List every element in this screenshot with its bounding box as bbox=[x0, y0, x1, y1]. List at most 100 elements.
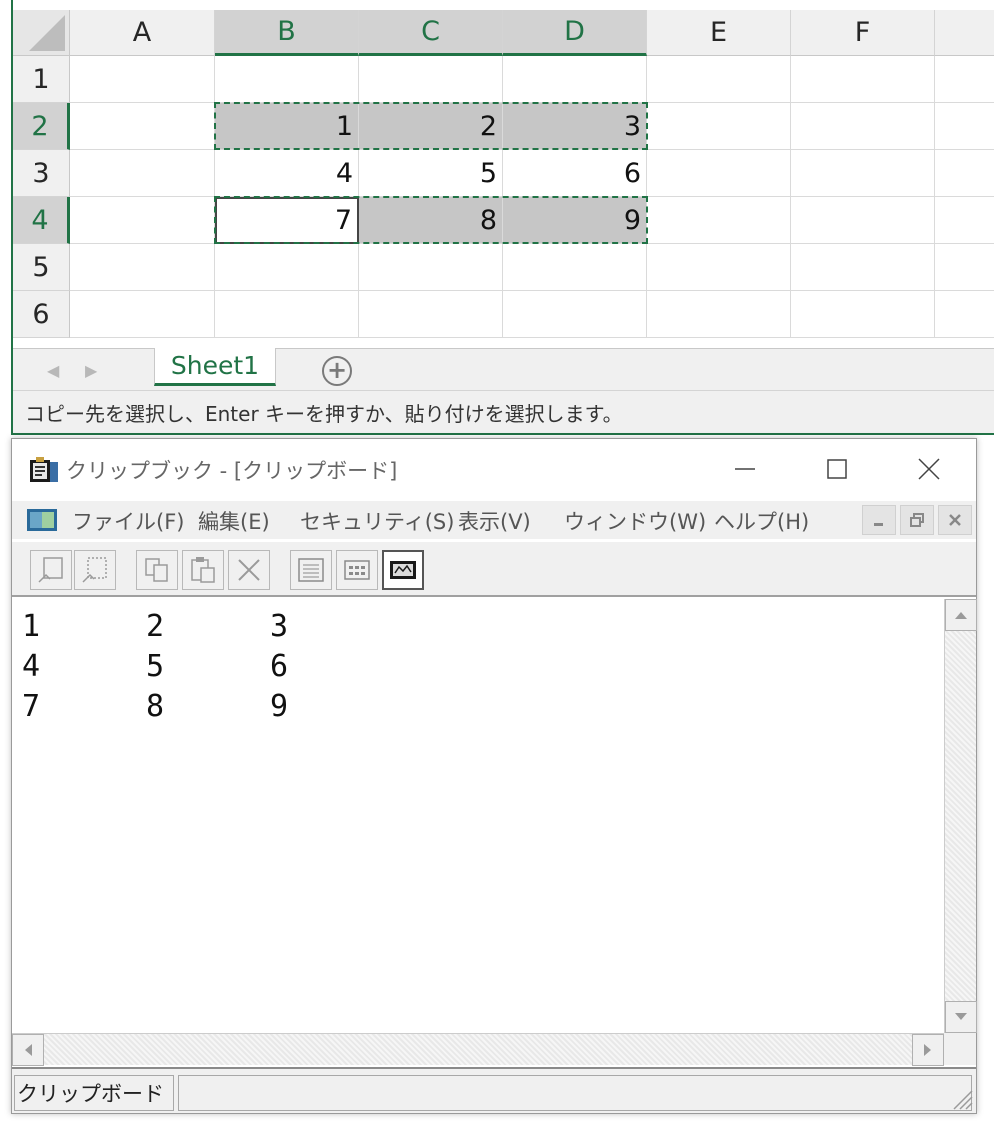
scroll-down-button[interactable] bbox=[945, 1001, 977, 1033]
thumbnails-button[interactable] bbox=[336, 550, 378, 590]
cell-d6[interactable] bbox=[503, 291, 647, 338]
content-value: 4 bbox=[22, 649, 41, 684]
cell-g1[interactable] bbox=[935, 56, 994, 103]
cell-d2[interactable]: 3 bbox=[503, 103, 647, 150]
stop-sharing-button[interactable] bbox=[74, 550, 116, 590]
menu-edit[interactable]: 編集(E) bbox=[198, 506, 270, 536]
delete-button[interactable] bbox=[228, 550, 270, 590]
cell-e2[interactable] bbox=[647, 103, 791, 150]
cell-e3[interactable] bbox=[647, 150, 791, 197]
column-header-d[interactable]: D bbox=[503, 10, 647, 56]
cell-g3[interactable] bbox=[935, 150, 994, 197]
cell-c5[interactable] bbox=[359, 244, 503, 291]
cell-e6[interactable] bbox=[647, 291, 791, 338]
cell-g4[interactable] bbox=[935, 197, 994, 244]
menu-security[interactable]: セキュリティ(S) bbox=[300, 506, 454, 536]
cell-c4[interactable]: 8 bbox=[359, 197, 503, 244]
row-header-4[interactable]: 4 bbox=[13, 197, 70, 244]
paste-button[interactable] bbox=[182, 550, 224, 590]
mdi-close-button[interactable] bbox=[938, 505, 972, 535]
maximize-button[interactable] bbox=[814, 449, 860, 489]
column-header-g[interactable] bbox=[935, 10, 994, 56]
vertical-scrollbar[interactable] bbox=[944, 599, 977, 1033]
cell-g5[interactable] bbox=[935, 244, 994, 291]
full-page-button[interactable] bbox=[382, 550, 424, 590]
horizontal-scrollbar[interactable] bbox=[12, 1033, 944, 1066]
cell-b1[interactable] bbox=[215, 56, 359, 103]
cell-b6[interactable] bbox=[215, 291, 359, 338]
scroll-left-button[interactable] bbox=[12, 1034, 44, 1066]
cell-c3[interactable]: 5 bbox=[359, 150, 503, 197]
column-header-f[interactable]: F bbox=[791, 10, 935, 56]
cell-b3[interactable]: 4 bbox=[215, 150, 359, 197]
cell-a5[interactable] bbox=[70, 244, 215, 291]
column-header-b[interactable]: B bbox=[215, 10, 359, 56]
row-header-5[interactable]: 5 bbox=[13, 244, 70, 291]
cell-f6[interactable] bbox=[791, 291, 935, 338]
menu-view[interactable]: 表示(V) bbox=[458, 506, 531, 536]
row-header-1[interactable]: 1 bbox=[13, 56, 70, 103]
mdi-minimize-button[interactable] bbox=[862, 505, 896, 535]
share-button[interactable] bbox=[30, 550, 72, 590]
clipboard-viewer-icon[interactable] bbox=[26, 508, 58, 532]
mdi-minimize-icon bbox=[874, 523, 883, 526]
thumbnail-view-icon bbox=[344, 560, 370, 580]
cell-f5[interactable] bbox=[791, 244, 935, 291]
row-header-3[interactable]: 3 bbox=[13, 150, 70, 197]
cell-b4-active[interactable]: 7 bbox=[215, 197, 359, 244]
scroll-tabs-left-icon[interactable]: ◀ bbox=[47, 361, 59, 380]
table-of-contents-button[interactable] bbox=[290, 550, 332, 590]
mdi-restore-button[interactable] bbox=[900, 505, 934, 535]
cell-d4[interactable]: 9 bbox=[503, 197, 647, 244]
row-header-6[interactable]: 6 bbox=[13, 291, 70, 338]
cell-f2[interactable] bbox=[791, 103, 935, 150]
sheet-tab-sheet1[interactable]: Sheet1 bbox=[154, 348, 276, 386]
scroll-right-button[interactable] bbox=[912, 1034, 944, 1066]
arrow-up-icon bbox=[955, 612, 967, 619]
clipboard-content: 1 2 3 4 5 6 7 8 9 bbox=[12, 599, 944, 1033]
column-header-c[interactable]: C bbox=[359, 10, 503, 56]
menu-window[interactable]: ウィンドウ(W) bbox=[564, 506, 706, 536]
cell-f4[interactable] bbox=[791, 197, 935, 244]
cell-a1[interactable] bbox=[70, 56, 215, 103]
content-value: 6 bbox=[270, 649, 289, 684]
cell-e1[interactable] bbox=[647, 56, 791, 103]
title-bar[interactable]: クリップブック - [クリップボード] bbox=[12, 439, 976, 499]
minimize-button[interactable] bbox=[722, 449, 768, 489]
cell-f3[interactable] bbox=[791, 150, 935, 197]
menu-file[interactable]: ファイル(F) bbox=[72, 506, 184, 536]
mdi-restore-icon bbox=[910, 513, 924, 527]
cell-g6[interactable] bbox=[935, 291, 994, 338]
cell-d3[interactable]: 6 bbox=[503, 150, 647, 197]
column-header-a[interactable]: A bbox=[70, 10, 215, 56]
cell-e5[interactable] bbox=[647, 244, 791, 291]
cell-a6[interactable] bbox=[70, 291, 215, 338]
cell-d5[interactable] bbox=[503, 244, 647, 291]
cell-g2[interactable] bbox=[935, 103, 994, 150]
spreadsheet-grid: A B C D E F 1 2 3 4 5 6 1 2 3 4 5 6 7 8 … bbox=[13, 10, 994, 348]
row-header-2[interactable]: 2 bbox=[13, 103, 70, 150]
cell-a2[interactable] bbox=[70, 103, 215, 150]
cell-a4[interactable] bbox=[70, 197, 215, 244]
cell-f1[interactable] bbox=[791, 56, 935, 103]
cell-b2[interactable]: 1 bbox=[215, 103, 359, 150]
menu-help[interactable]: ヘルプ(H) bbox=[714, 506, 809, 536]
cell-c1[interactable] bbox=[359, 56, 503, 103]
cell-a3[interactable] bbox=[70, 150, 215, 197]
arrow-left-icon bbox=[25, 1044, 32, 1056]
resize-grip-icon[interactable] bbox=[948, 1085, 974, 1111]
add-sheet-icon[interactable]: + bbox=[322, 356, 352, 386]
cell-c2[interactable]: 2 bbox=[359, 103, 503, 150]
close-button[interactable] bbox=[906, 449, 952, 489]
cell-c6[interactable] bbox=[359, 291, 503, 338]
column-header-e[interactable]: E bbox=[647, 10, 791, 56]
scroll-tabs-right-icon[interactable]: ▶ bbox=[85, 361, 97, 380]
select-all-button[interactable] bbox=[13, 10, 70, 56]
window-title: クリップブック - [クリップボード] bbox=[66, 459, 398, 483]
arrow-down-icon bbox=[955, 1013, 967, 1020]
scroll-up-button[interactable] bbox=[945, 599, 977, 631]
cell-e4[interactable] bbox=[647, 197, 791, 244]
cell-b5[interactable] bbox=[215, 244, 359, 291]
copy-button[interactable] bbox=[136, 550, 178, 590]
cell-d1[interactable] bbox=[503, 56, 647, 103]
